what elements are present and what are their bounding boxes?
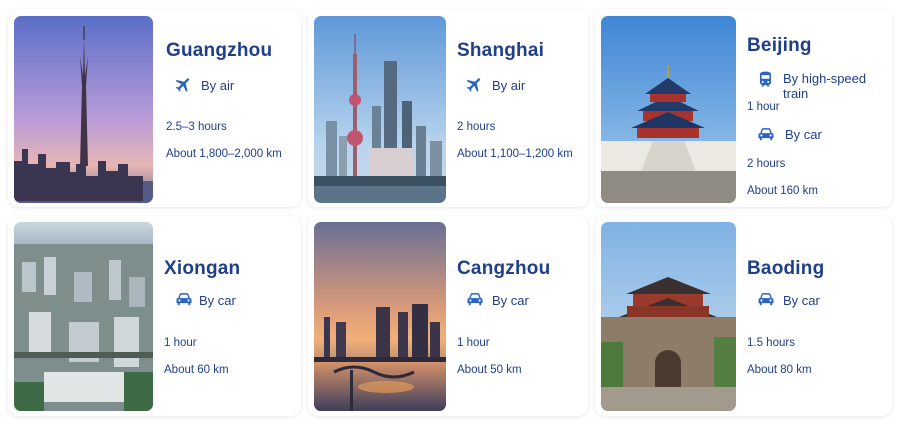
car-icon [756, 124, 776, 144]
travel-duration: 2 hours [457, 121, 496, 133]
train-icon [756, 70, 775, 89]
city-photo [14, 16, 153, 203]
city-name: Cangzhou [457, 258, 551, 279]
travel-duration: 1 hour [457, 337, 490, 349]
distance: About 160 km [747, 185, 818, 197]
distance: About 1,100–1,200 km [457, 148, 573, 160]
plane-icon [174, 75, 193, 94]
plane-icon [465, 75, 484, 94]
travel-duration: 2.5–3 hours [166, 121, 227, 133]
city-photo [601, 222, 736, 411]
distance: About 50 km [457, 364, 522, 376]
city-photo [314, 16, 446, 203]
destination-card-baoding[interactable]: Baoding By car 1.5 hours About 80 km [595, 216, 892, 416]
city-name: Xiongan [164, 258, 241, 279]
destination-card-beijing[interactable]: Beijing By high-speed train 1 hour By ca… [595, 9, 892, 207]
car-icon [174, 289, 194, 309]
city-photo [601, 16, 736, 203]
travel-mode-label: By air [201, 78, 235, 93]
travel-mode-label: By car [783, 293, 820, 308]
city-name: Beijing [747, 35, 812, 56]
travel-duration: 1.5 hours [747, 337, 795, 349]
distance: About 80 km [747, 364, 812, 376]
destination-card-shanghai[interactable]: Shanghai By air 2 hours About 1,100–1,20… [308, 9, 588, 207]
travel-duration: 2 hours [747, 158, 786, 170]
city-photo [14, 222, 153, 411]
travel-mode-label: By air [492, 78, 526, 93]
distance: About 60 km [164, 364, 229, 376]
travel-duration: 1 hour [164, 337, 197, 349]
city-name: Baoding [747, 258, 825, 279]
city-name: Shanghai [457, 40, 545, 61]
city-name: Guangzhou [166, 40, 273, 61]
destination-card-cangzhou[interactable]: Cangzhou By car 1 hour About 50 km [308, 216, 588, 416]
travel-duration: 1 hour [747, 101, 780, 113]
distance: About 1,800–2,000 km [166, 148, 282, 160]
city-photo [314, 222, 446, 411]
destination-card-xiongan[interactable]: Xiongan By car 1 hour About 60 km [8, 216, 301, 416]
travel-mode-label: By car [199, 293, 236, 308]
travel-mode-label: By car [785, 127, 822, 142]
travel-mode-label: By high-speed train [783, 71, 867, 101]
travel-mode-label: By car [492, 293, 529, 308]
car-icon [756, 289, 776, 309]
car-icon [465, 289, 485, 309]
destination-card-guangzhou[interactable]: Guangzhou By air 2.5–3 hours About 1,800… [8, 9, 301, 207]
